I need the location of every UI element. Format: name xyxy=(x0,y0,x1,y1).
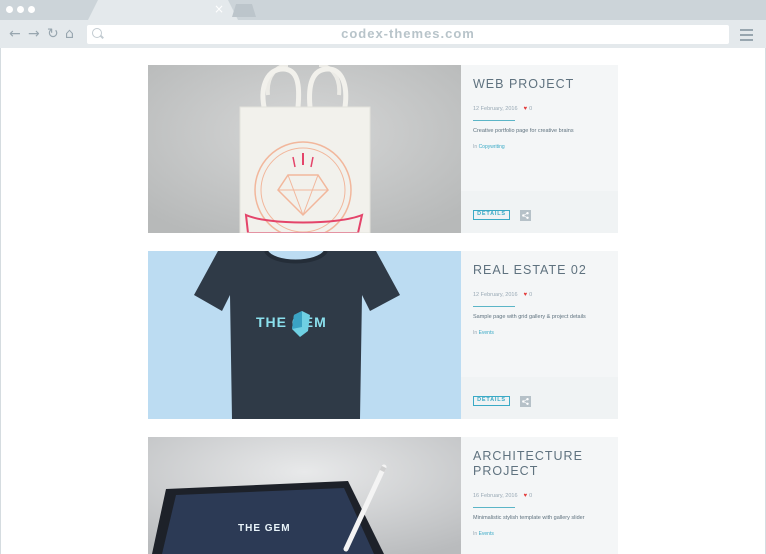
share-button[interactable] xyxy=(520,396,531,407)
category-prefix: In xyxy=(473,531,478,537)
project-description: Sample page with grid gallery & project … xyxy=(473,314,586,320)
project-date: 12 February, 2016 xyxy=(473,292,518,298)
browser-chrome: × ← → ↻ ⌂ codex-themes.com xyxy=(0,0,766,48)
portfolio-card: WEB PROJECT 12 February, 2016 ♥ 0 Creative… xyxy=(148,65,618,233)
project-image-tablet[interactable]: THE GEM xyxy=(148,437,461,554)
frame-border-left xyxy=(0,48,1,554)
category-prefix: In xyxy=(473,144,478,150)
share-button[interactable] xyxy=(520,210,531,221)
category-link[interactable]: Events xyxy=(479,330,494,336)
window-close-dot[interactable] xyxy=(6,6,13,13)
back-arrow-icon[interactable]: ← xyxy=(9,25,21,43)
address-bar[interactable]: codex-themes.com xyxy=(87,25,729,44)
like-count: 0 xyxy=(529,493,533,499)
divider xyxy=(473,507,515,508)
hamburger-menu-icon[interactable] xyxy=(740,29,753,44)
project-meta: 12 February, 2016 ♥ 0 xyxy=(473,106,532,112)
forward-arrow-icon[interactable]: → xyxy=(28,25,40,43)
tab-strip: × xyxy=(0,0,766,20)
home-icon[interactable]: ⌂ xyxy=(65,25,74,43)
project-title[interactable]: REAL ESTATE 02 xyxy=(473,263,613,278)
like-count: 0 xyxy=(529,292,533,298)
project-category: In Events xyxy=(473,531,494,537)
divider xyxy=(473,120,515,121)
category-prefix: In xyxy=(473,330,478,336)
project-date: 12 February, 2016 xyxy=(473,106,518,112)
project-info-panel: ARCHITECTURE PROJECT 16 February, 2016 ♥ 0… xyxy=(461,437,618,554)
project-info-panel: REAL ESTATE 02 12 February, 2016 ♥ 0 Sampl… xyxy=(461,251,618,419)
project-description: Creative portfolio page for creative bra… xyxy=(473,128,574,134)
svg-text:THE GEM: THE GEM xyxy=(256,314,327,330)
project-date: 16 February, 2016 xyxy=(473,493,518,499)
details-button[interactable]: DETAILS xyxy=(473,396,510,406)
like-count: 0 xyxy=(529,106,533,112)
project-category: In Events xyxy=(473,330,494,336)
project-image-tshirt[interactable]: THE GEM xyxy=(148,251,461,419)
project-meta: 12 February, 2016 ♥ 0 xyxy=(473,292,532,298)
tab-close-icon[interactable]: × xyxy=(214,2,224,16)
project-meta: 16 February, 2016 ♥ 0 xyxy=(473,493,532,499)
divider xyxy=(473,306,515,307)
heart-icon[interactable]: ♥ xyxy=(524,493,528,499)
heart-icon[interactable]: ♥ xyxy=(524,292,528,298)
project-description: Minimalistic stylish template with galle… xyxy=(473,515,585,521)
category-link[interactable]: Events xyxy=(479,531,494,537)
portfolio-card: THE GEM REAL ESTATE 02 12 February, 2016… xyxy=(148,251,618,419)
reload-icon[interactable]: ↻ xyxy=(47,25,59,43)
category-link[interactable]: Copywriting xyxy=(479,144,505,150)
window-minimize-dot[interactable] xyxy=(17,6,24,13)
project-info-panel: WEB PROJECT 12 February, 2016 ♥ 0 Creative… xyxy=(461,65,618,233)
project-title[interactable]: ARCHITECTURE PROJECT xyxy=(473,449,613,479)
portfolio-card: THE GEM ARCHITECTURE PROJECT 16 February… xyxy=(148,437,618,554)
url-text: codex-themes.com xyxy=(341,26,475,41)
heart-icon[interactable]: ♥ xyxy=(524,106,528,112)
project-category: In Copywriting xyxy=(473,144,505,150)
share-icon xyxy=(522,212,529,219)
project-title[interactable]: WEB PROJECT xyxy=(473,77,613,92)
project-image-tote-bag[interactable] xyxy=(148,65,461,233)
details-button[interactable]: DETAILS xyxy=(473,210,510,220)
new-tab-button[interactable] xyxy=(232,4,256,17)
share-icon xyxy=(522,398,529,405)
window-maximize-dot[interactable] xyxy=(28,6,35,13)
svg-text:THE GEM: THE GEM xyxy=(238,523,291,534)
